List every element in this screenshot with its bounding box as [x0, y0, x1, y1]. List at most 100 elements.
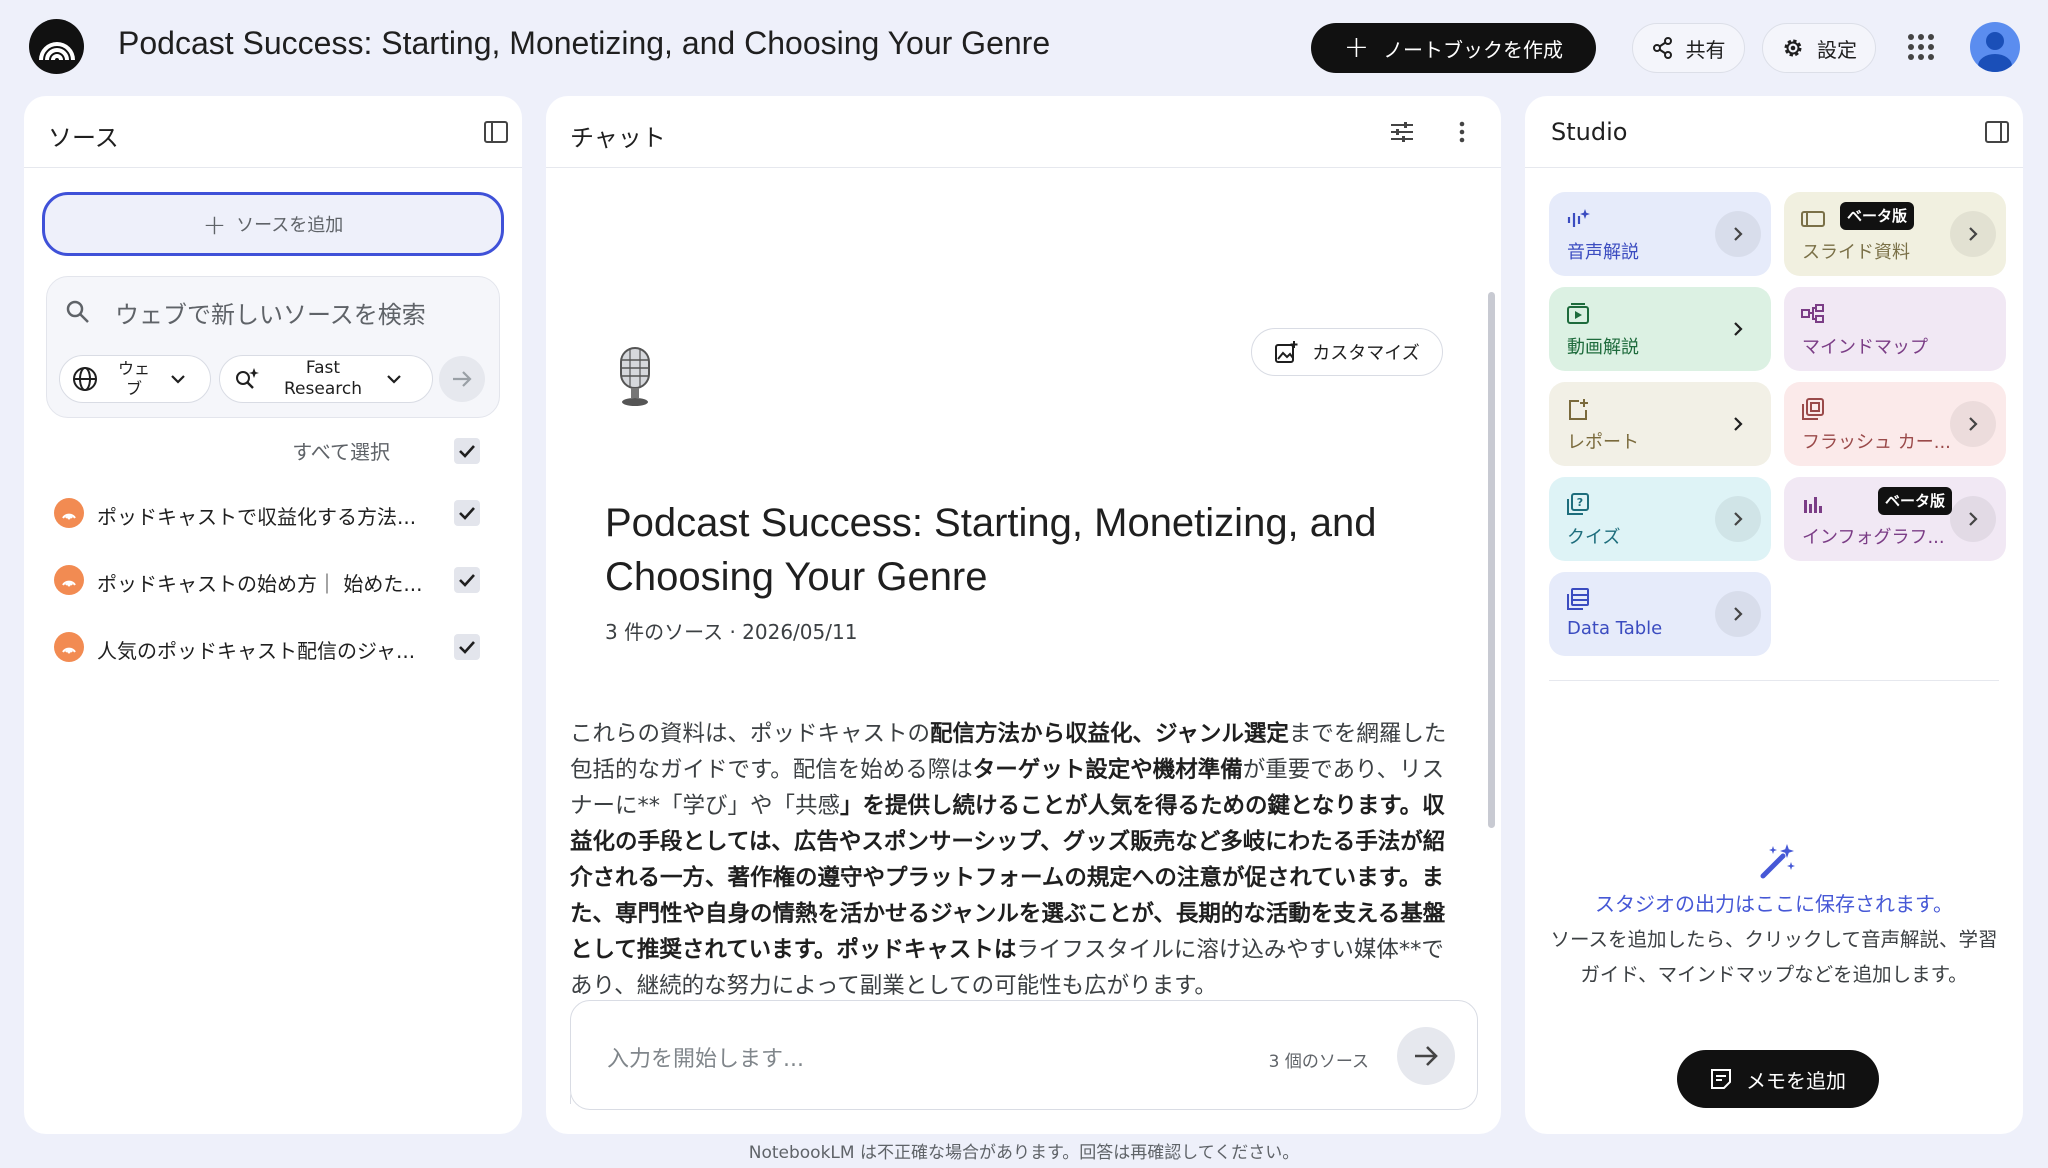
more-vert-icon[interactable] [1448, 118, 1476, 146]
select-all-checkbox[interactable] [454, 438, 480, 464]
notebook-heading: Podcast Success: Starting, Monetizing, a… [605, 501, 1377, 599]
gear-icon [1784, 39, 1802, 57]
share-icon [1652, 37, 1672, 59]
studio-divider [1549, 680, 1999, 681]
search-icon [65, 299, 91, 329]
chevron-right-icon[interactable] [1715, 306, 1761, 352]
avatar[interactable] [1970, 22, 2020, 72]
studio-panel-title: Studio [1551, 118, 1628, 146]
studio-tile-audio-overview[interactable]: 音声解説 [1549, 192, 1771, 276]
studio-tile-label: 動画解説 [1567, 337, 1639, 358]
chevron-right-icon[interactable] [1715, 591, 1761, 637]
source-item-checkbox[interactable] [454, 634, 480, 660]
beta-badge: ベータ版 [1878, 487, 1953, 515]
sources-panel-header: ソース [24, 96, 522, 168]
search-submit-button[interactable] [439, 356, 485, 402]
apps-grid-icon[interactable] [1908, 34, 1934, 60]
source-item[interactable]: 人気のポッドキャスト配信のジャ... [54, 628, 484, 668]
quiz-icon: ? [1565, 491, 1591, 517]
beta-badge: ベータ版 [1840, 202, 1915, 230]
chat-composer[interactable]: 入力を開始します... 3 個のソース [570, 1000, 1478, 1110]
plus-icon: + [202, 207, 227, 241]
summary-text-run: これらの資料は、ポッドキャストの [570, 721, 931, 747]
chevron-right-icon[interactable] [1950, 496, 1996, 542]
source-item-checkbox[interactable] [454, 567, 480, 593]
send-button[interactable] [1397, 1027, 1455, 1085]
chevron-right-icon[interactable] [1715, 211, 1761, 257]
customize-button[interactable]: カスタマイズ [1251, 328, 1443, 376]
research-chip-label: Fast Research [284, 357, 362, 399]
chat-panel-header: チャット [546, 96, 1501, 168]
source-item[interactable]: ポッドキャストの始め方｜ 始めた... [54, 561, 484, 601]
summary-text-run: ターゲット設定や機材準備 [972, 757, 1243, 783]
mindmap-icon [1800, 301, 1826, 327]
settings-label: 設定 [1817, 37, 1857, 62]
source-item-label: ポッドキャストの始め方｜ 始めた... [97, 572, 423, 596]
top-bar: Podcast Success: Starting, Monetizing, a… [0, 0, 2048, 96]
share-button[interactable]: 共有 [1632, 23, 1745, 73]
podcast-source-icon [54, 498, 84, 528]
infographic-icon [1800, 491, 1826, 517]
studio-empty-title: スタジオの出力はここに保存されます。 [1595, 892, 1953, 916]
notebook-title[interactable]: Podcast Success: Starting, Monetizing, a… [118, 25, 1050, 62]
studio-tile-data-table[interactable]: Data Table [1549, 572, 1771, 656]
create-notebook-label: ノートブックを作成 [1383, 37, 1564, 62]
chevron-right-icon[interactable] [1715, 401, 1761, 447]
add-source-button[interactable]: + ソースを追加 [42, 192, 504, 256]
studio-tile-slides[interactable]: ベータ版 スライド資料 [1784, 192, 2006, 276]
research-sparkle-search-icon [236, 368, 259, 389]
arrow-right-icon [1415, 1046, 1438, 1066]
source-item[interactable]: ポッドキャストで収益化する方法... [54, 494, 484, 534]
collapse-panel-icon[interactable] [482, 118, 510, 146]
settings-button[interactable]: 設定 [1762, 23, 1876, 73]
chat-panel-title: チャット [570, 124, 666, 152]
studio-empty-text: ソースを追加したら、クリックして音声解説、学習ガイド、マインドマップなどを追加し… [1550, 928, 1998, 986]
notebook-summary: これらの資料は、ポッドキャストの配信方法から収益化、ジャンル選定までを網羅した包… [570, 716, 1450, 1004]
studio-tile-video-overview[interactable]: 動画解説 [1549, 287, 1771, 371]
chat-panel: チャット カスタマイズ Podcast Success: Starting, M… [546, 96, 1501, 1134]
web-chip-label: ウェ ブ [117, 359, 150, 398]
studio-tile-label: クイズ [1567, 527, 1621, 548]
sources-panel-title: ソース [48, 124, 119, 152]
slides-icon [1800, 206, 1826, 232]
add-note-button[interactable]: メモを追加 [1677, 1050, 1879, 1108]
studio-tile-label: マインドマップ [1802, 337, 1928, 358]
chevron-right-icon[interactable] [1950, 211, 1996, 257]
check-icon [459, 445, 475, 458]
create-notebook-button[interactable]: + ノートブックを作成 [1311, 23, 1596, 73]
add-source-label: ソースを追加 [236, 215, 344, 236]
studio-tile-label: スライド資料 [1802, 242, 1910, 263]
check-icon [459, 574, 475, 587]
studio-tile-label: Data Table [1567, 618, 1663, 639]
studio-tile-quiz[interactable]: ? クイズ [1549, 477, 1771, 561]
studio-tile-report[interactable]: レポート [1549, 382, 1771, 466]
report-icon [1565, 396, 1591, 422]
note-icon [1711, 1069, 1731, 1089]
collapse-panel-icon[interactable] [1983, 118, 2011, 146]
studio-tile-mindmap[interactable]: マインドマップ [1784, 287, 2006, 371]
chat-scrollbar[interactable] [1488, 292, 1495, 828]
video-icon [1565, 301, 1591, 327]
notebook-meta: 3 件のソース · 2026/05/11 [605, 620, 858, 644]
plus-icon: + [1343, 30, 1370, 65]
studio-tile-flashcards[interactable]: フラッシュ カー... [1784, 382, 2006, 466]
summary-text-run: 配信方法から収益化、ジャンル選定 [930, 721, 1289, 747]
composer-source-count: 3 個のソース [1268, 1052, 1369, 1072]
flashcard-icon [1800, 396, 1826, 422]
studio-tile-label: 音声解説 [1567, 242, 1639, 263]
source-search-box: ウェブで新しいソースを検索 ウェ ブ Fast Research [46, 276, 500, 418]
source-item-checkbox[interactable] [454, 500, 480, 526]
chevron-right-icon[interactable] [1950, 401, 1996, 447]
search-input[interactable]: ウェブで新しいソースを検索 [115, 295, 426, 330]
notebooklm-logo-icon[interactable] [29, 19, 84, 74]
research-mode-dropdown[interactable]: Fast Research [219, 355, 433, 403]
chat-input[interactable]: 入力を開始します... [607, 1041, 804, 1073]
studio-tile-infographic[interactable]: ベータ版 インフォグラフ... [1784, 477, 2006, 561]
check-icon [459, 641, 475, 654]
web-source-dropdown[interactable]: ウェ ブ [59, 355, 211, 403]
chevron-right-icon[interactable] [1715, 496, 1761, 542]
add-note-label: メモを追加 [1746, 1068, 1846, 1093]
tune-settings-icon[interactable] [1388, 118, 1416, 146]
studio-tile-label: レポート [1567, 432, 1639, 453]
chevron-down-icon [171, 375, 185, 384]
